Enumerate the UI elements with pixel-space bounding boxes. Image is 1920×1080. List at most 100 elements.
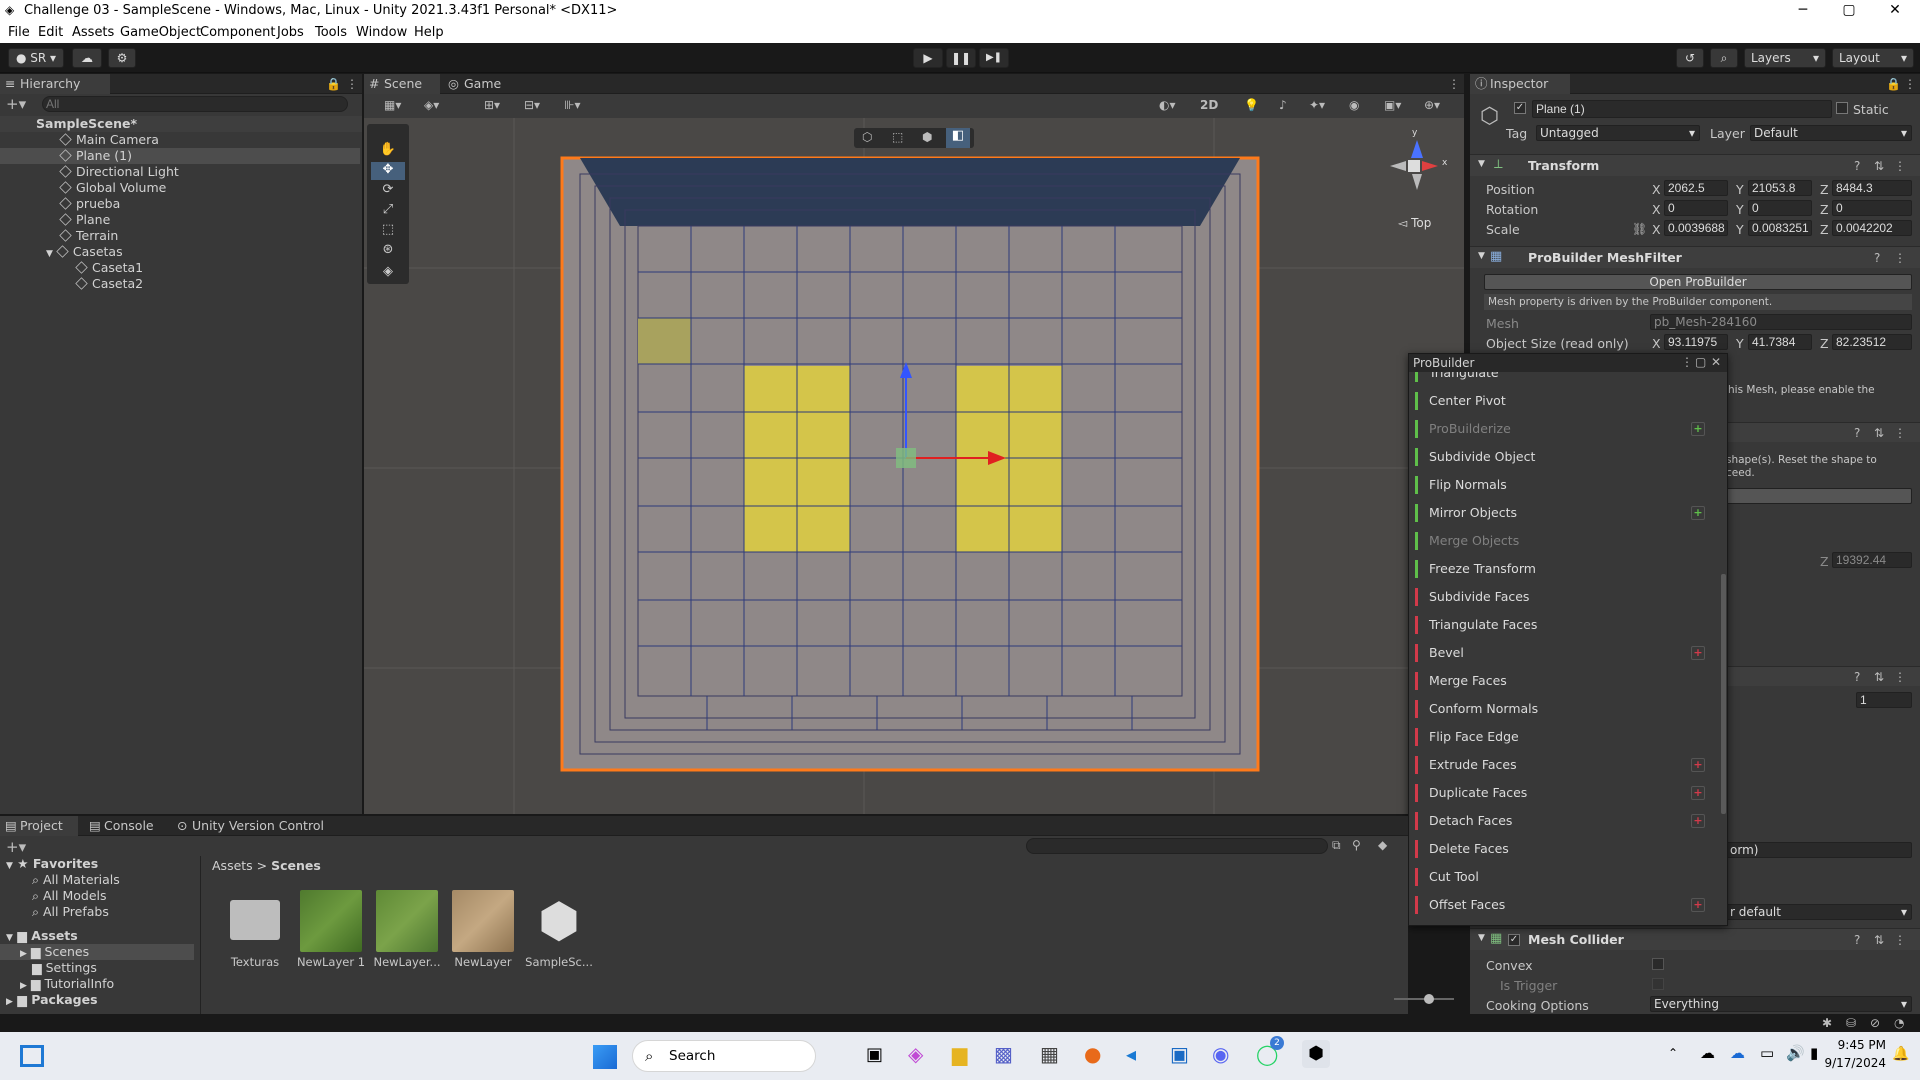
collab-settings-icon[interactable]: ⚙ (108, 48, 136, 68)
hierarchy-search-input[interactable] (42, 96, 348, 112)
move-tool-icon[interactable]: ✥ (371, 162, 405, 180)
taskbar-search[interactable]: ⌕ Search (632, 1040, 816, 1072)
layers-dropdown[interactable]: Layers ▾ (1744, 48, 1826, 68)
more-icon[interactable]: ⋮ (346, 77, 358, 91)
menu-component[interactable]: Component (200, 25, 275, 40)
tab-project[interactable]: ▤ Project (0, 816, 78, 836)
zoom-slider[interactable] (1394, 994, 1454, 1004)
draw-mode-icon[interactable]: ▦▾ (384, 98, 401, 112)
probuilder-menu-item[interactable]: Triangulate (1415, 372, 1711, 384)
layout-dropdown[interactable]: Layout ▾ (1832, 48, 1914, 68)
help-icon[interactable]: ? (1874, 251, 1880, 265)
object-name-input[interactable] (1532, 100, 1832, 118)
add-icon[interactable]: +▾ (6, 95, 26, 113)
orientation-gizmo[interactable]: y x ◅ Top (1374, 128, 1454, 250)
gizmo-neg-y-cone[interactable] (1412, 174, 1422, 190)
scale-tool-icon[interactable]: ⤢ (371, 202, 405, 220)
probuilder-menu-item[interactable]: Freeze Transform (1415, 558, 1711, 580)
options-plus-icon[interactable]: + (1691, 646, 1705, 660)
rotation-y-field[interactable] (1748, 200, 1812, 216)
options-plus-icon[interactable]: + (1691, 506, 1705, 520)
tab-scene[interactable]: # Scene (364, 74, 440, 94)
grid-snap-icon[interactable]: ⊞▾ (484, 98, 500, 112)
expand-icon[interactable]: ▼ (1478, 251, 1485, 261)
more-icon[interactable]: ⋮ (1894, 670, 1906, 684)
probuilder-menu-item[interactable]: Conform Normals (1415, 698, 1711, 720)
list-item[interactable]: Global Volume (0, 180, 166, 196)
probuilder-menu-item[interactable]: Duplicate Faces + (1415, 782, 1711, 804)
options-plus-icon[interactable]: + (1691, 758, 1705, 772)
scene-row[interactable]: SampleScene* (0, 116, 362, 132)
progress-icon[interactable]: ◔ (1894, 1016, 1904, 1030)
favorite-icon[interactable]: ◆ (1378, 838, 1387, 852)
hidden-object-field[interactable]: orm) (1726, 842, 1912, 858)
grid-icon[interactable]: ⊟▾ (524, 98, 540, 112)
vertex-mode-icon[interactable]: ⬚ (892, 130, 903, 144)
onedrive-icon[interactable]: ☁ (1700, 1044, 1715, 1062)
probuilder-menu-item[interactable]: Mirror Objects + (1415, 502, 1711, 524)
menu-help[interactable]: Help (414, 25, 444, 40)
expand-icon[interactable]: ▼ (46, 249, 53, 259)
lock-icon[interactable]: 🔒 (1886, 77, 1901, 91)
maximize-icon[interactable]: ▢ (1695, 355, 1706, 369)
folder-icon[interactable] (224, 890, 286, 952)
expand-icon[interactable]: ▼ (1478, 159, 1485, 169)
view-label[interactable]: ◅ Top (1398, 216, 1431, 230)
task-view-icon[interactable]: ▣ (866, 1044, 883, 1065)
network-icon[interactable]: ▭ (1760, 1044, 1774, 1062)
gizmos-icon[interactable]: ⊕▾ (1424, 98, 1440, 112)
breadcrumb-scenes[interactable]: Scenes (271, 858, 321, 873)
bug-icon[interactable]: ✱ (1822, 1016, 1832, 1030)
rotation-x-field[interactable] (1664, 200, 1728, 216)
tag-dropdown[interactable]: Untagged ▾ (1536, 125, 1700, 141)
shading-icon[interactable]: ◐▾ (1159, 98, 1176, 112)
widgets-icon[interactable] (20, 1045, 44, 1067)
assets-node[interactable]: ▼ ▆ Assets (0, 928, 78, 944)
project-search-input[interactable] (1026, 838, 1328, 854)
menu-tools[interactable]: Tools (315, 25, 347, 40)
probuilder-menu-item[interactable]: Delete Faces (1415, 838, 1711, 860)
list-item[interactable]: Main Camera (0, 132, 159, 148)
probuilder-menu-item[interactable]: Detach Faces + (1415, 810, 1711, 832)
scale-z-field[interactable] (1832, 220, 1912, 236)
more-icon[interactable]: ⋮ (1448, 77, 1460, 91)
probuilder-menu-item[interactable]: Subdivide Object (1415, 446, 1711, 468)
list-item[interactable]: Terrain (0, 228, 118, 244)
list-item[interactable]: ▆ Settings (0, 960, 97, 976)
menu-edit[interactable]: Edit (38, 25, 63, 40)
grass-texture-icon[interactable] (300, 890, 362, 952)
rotate-tool-icon[interactable]: ⟳ (371, 182, 405, 200)
list-item[interactable]: Caseta2 (0, 276, 143, 292)
vscode-icon[interactable]: ◂ (1126, 1042, 1136, 1066)
list-item-selected[interactable]: Plane (1) (0, 148, 360, 164)
list-item[interactable]: ▶ ▆ TutorialInfo (0, 976, 114, 992)
start-icon[interactable] (593, 1045, 617, 1069)
outlook-icon[interactable]: ▣ (1170, 1042, 1189, 1066)
preset-icon[interactable]: ⇅ (1874, 933, 1884, 947)
gizmo-x-cone[interactable] (1422, 161, 1438, 171)
lock-icon[interactable]: 🔒 (326, 77, 341, 91)
firefox-icon[interactable]: ● (1084, 1042, 1101, 1066)
list-item[interactable]: Caseta1 (0, 260, 143, 276)
lighting-icon[interactable]: 💡 (1244, 98, 1259, 112)
hidden-dropdown[interactable]: r default ▾ (1726, 904, 1912, 920)
close-button[interactable]: ✕ (1872, 0, 1918, 22)
volume-icon[interactable]: 🔊 (1786, 1044, 1805, 1062)
more-icon[interactable]: ⋮ (1904, 77, 1916, 91)
unity-app-icon[interactable]: ⬢ (1302, 1040, 1330, 1068)
play-button[interactable]: ▶ (913, 48, 943, 68)
cache-icon[interactable]: ⛁ (1846, 1016, 1856, 1030)
maximize-button[interactable]: ▢ (1826, 0, 1872, 22)
rotation-z-field[interactable] (1832, 200, 1912, 216)
face-mode-icon[interactable]: ◧ (946, 128, 970, 148)
probuilder-menu-item[interactable]: Merge Objects (1415, 530, 1711, 552)
active-checkbox[interactable]: ✓ (1514, 102, 1526, 114)
more-icon[interactable]: ⋮ (1894, 426, 1906, 440)
tab-version-control[interactable]: ⊙ Unity Version Control (172, 816, 332, 836)
view-options-icon[interactable]: ◈▾ (424, 98, 439, 112)
favorites-node[interactable]: ▼ ★ Favorites (0, 856, 98, 872)
probuilder-menu-item[interactable]: ProBuilderize + (1415, 418, 1711, 440)
pause-button[interactable]: ❚❚ (946, 48, 976, 68)
options-plus-icon[interactable]: + (1691, 898, 1705, 912)
dirt-texture-icon[interactable] (452, 890, 514, 952)
